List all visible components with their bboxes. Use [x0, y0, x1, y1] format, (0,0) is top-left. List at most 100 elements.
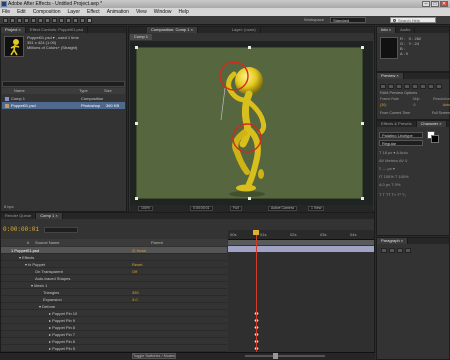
first-frame-icon[interactable]	[380, 84, 386, 89]
column-type[interactable]: Type	[79, 88, 88, 94]
mute-audio-icon[interactable]	[420, 84, 426, 89]
timeline-zoom-knob[interactable]	[273, 353, 278, 359]
stroke-color-swatch[interactable]	[431, 135, 439, 143]
search-help-input[interactable]: Search Help	[390, 17, 436, 23]
tab-layer[interactable]: Layer: (none)	[228, 27, 261, 33]
current-time-indicator-head[interactable]	[253, 230, 259, 235]
tab-effect-controls[interactable]: Effect Controls: Puppet01.psd	[26, 27, 88, 33]
column-source-name[interactable]: Source Name	[35, 239, 59, 246]
hand-tool-icon[interactable]	[10, 18, 15, 23]
align-center-icon[interactable]	[389, 248, 395, 253]
toggle-switches-modes-button[interactable]: Toggle Switches / Modes	[132, 353, 176, 359]
selection-tool-icon[interactable]	[3, 18, 8, 23]
menu-effect[interactable]: Effect	[87, 8, 100, 16]
workspace-select[interactable]: Standard	[330, 17, 366, 23]
frame-rate-value[interactable]: (30)	[380, 103, 386, 107]
current-time-display[interactable]: 0:00:00:01	[190, 206, 213, 211]
next-frame-icon[interactable]	[404, 84, 410, 89]
menu-help[interactable]: Help	[178, 8, 188, 16]
timeline-row[interactable]: Auto-traced Shapes	[1, 275, 227, 282]
kerning-row[interactable]: AV Metrics AV 0	[379, 158, 447, 164]
timeline-row[interactable]: ▾ fx Puppet Reset	[1, 261, 227, 268]
transform-handle[interactable]	[361, 197, 364, 200]
ram-preview-options[interactable]: RAM Preview Options	[380, 91, 417, 95]
menu-edit[interactable]: Edit	[17, 8, 26, 16]
from-current-time-checkbox[interactable]: From Current Time	[380, 111, 410, 115]
text-style-buttons[interactable]: T T TT Tт T¹ T₁	[379, 192, 447, 198]
work-area-bar[interactable]	[228, 240, 374, 245]
transform-handle[interactable]	[135, 197, 138, 200]
column-parent[interactable]: Parent	[151, 239, 163, 246]
timeline-row-value[interactable]: Off	[132, 268, 137, 275]
menu-window[interactable]: Window	[154, 8, 172, 16]
maximize-button[interactable]: □	[431, 1, 439, 7]
timeline-tracks[interactable]	[228, 252, 374, 352]
timeline-row[interactable]: ▸ Puppet Pin 9	[1, 317, 227, 324]
column-name[interactable]: Name	[14, 88, 25, 94]
transform-handle[interactable]	[361, 122, 364, 125]
menu-view[interactable]: View	[136, 8, 147, 16]
timeline-row[interactable]: ▾ Mesh 1	[1, 282, 227, 289]
transform-handle[interactable]	[248, 197, 251, 200]
scale-row[interactable]: IT 100% T 100%	[379, 174, 447, 180]
timeline-row[interactable]: Triangles 350	[1, 289, 227, 296]
tab-comp-1[interactable]: Comp 1 ×	[36, 213, 63, 219]
project-item-psd[interactable]: Puppet01.psd Photoshop 360 KB	[2, 102, 125, 109]
timeline-row[interactable]: ▸ Puppet Pin 7	[1, 331, 227, 338]
time-ruler[interactable]: 00s 01s 02s 03s 04s	[228, 230, 374, 240]
skip-value[interactable]: 0	[414, 103, 416, 107]
previous-frame-icon[interactable]	[388, 84, 394, 89]
timeline-row[interactable]: ▾ Effects	[1, 254, 227, 261]
timeline-timecode[interactable]: 0:00:00:01	[3, 226, 39, 233]
timeline-row[interactable]: ▸ Puppet Pin 5	[1, 345, 227, 352]
clone-stamp-tool-icon[interactable]	[73, 18, 78, 23]
play-icon[interactable]	[396, 84, 402, 89]
tab-render-queue[interactable]: Render Queue	[1, 213, 37, 219]
tab-audio[interactable]: Audio	[396, 27, 416, 33]
timeline-row[interactable]: ▸ Puppet Pin 10	[1, 310, 227, 317]
rectangle-tool-icon[interactable]	[45, 18, 50, 23]
eraser-tool-icon[interactable]	[80, 18, 85, 23]
timeline-row[interactable]: Expansion 3.0	[1, 296, 227, 303]
project-item-comp[interactable]: Comp 1 Composition	[2, 95, 125, 102]
current-time-indicator[interactable]	[256, 230, 257, 352]
tab-info[interactable]: Info ×	[377, 27, 397, 33]
tab-effects-presets[interactable]: Effects & Presets	[377, 121, 417, 127]
bit-depth-button[interactable]: 8 bpc	[4, 204, 14, 209]
minimize-button[interactable]: –	[422, 1, 430, 7]
font-family-select[interactable]: Palatino Linotype	[379, 132, 423, 138]
type-tool-icon[interactable]	[59, 18, 64, 23]
magnification-select[interactable]: 100%	[138, 206, 153, 211]
resolution-select[interactable]: Full	[230, 206, 242, 211]
timeline-row[interactable]: On Transparent Off	[1, 268, 227, 275]
project-search-input[interactable]	[2, 81, 125, 87]
camera-tool-icon[interactable]	[31, 18, 36, 23]
align-right-icon[interactable]	[397, 248, 403, 253]
tab-composition[interactable]: Composition: Comp 1 ×	[147, 27, 198, 33]
tab-project[interactable]: Project ×	[1, 27, 26, 33]
pan-behind-tool-icon[interactable]	[38, 18, 43, 23]
timeline-row-value[interactable]: ◎ None	[132, 247, 146, 254]
timeline-zoom-slider[interactable]	[245, 355, 325, 357]
tab-character[interactable]: Character ×	[416, 121, 447, 127]
timeline-row[interactable]: ▾ Deform	[1, 303, 227, 310]
composition-canvas[interactable]	[136, 47, 363, 199]
3d-view-select[interactable]: Active Camera	[268, 206, 297, 211]
timeline-search-input[interactable]	[44, 227, 78, 233]
timeline-row[interactable]: ▸ Puppet Pin 6	[1, 338, 227, 345]
pen-tool-icon[interactable]	[52, 18, 57, 23]
timeline-row[interactable]: 1 Puppet01.psd ◎ None	[1, 247, 227, 254]
puppet-pin-tool-icon[interactable]	[87, 18, 92, 23]
close-button[interactable]: ✕	[440, 1, 448, 7]
justify-icon[interactable]	[405, 248, 411, 253]
transform-handle[interactable]	[135, 46, 138, 49]
view-layout-select[interactable]: 1 View	[308, 206, 325, 211]
rotate-tool-icon[interactable]	[24, 18, 29, 23]
align-left-icon[interactable]	[381, 248, 387, 253]
transform-handle[interactable]	[361, 46, 364, 49]
timeline-row[interactable]: ▸ Puppet Pin 8	[1, 324, 227, 331]
stroke-width-row[interactable]: ≡ — px ▾	[379, 166, 447, 172]
transform-handle[interactable]	[248, 46, 251, 49]
baseline-row[interactable]: A 0 px T 0%	[379, 182, 447, 188]
tab-paragraph[interactable]: Paragraph ×	[377, 238, 409, 244]
